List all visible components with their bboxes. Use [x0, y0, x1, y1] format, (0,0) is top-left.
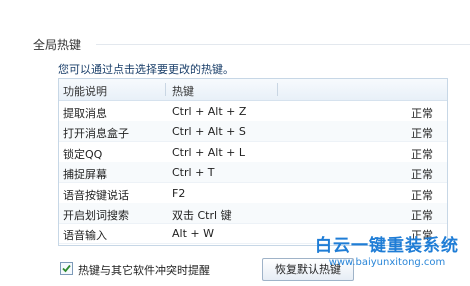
column-separator[interactable]	[165, 83, 166, 96]
table-row[interactable]: 捕捉屏幕 Ctrl + T 正常	[59, 162, 447, 184]
hotkey-value-cell: Ctrl + Alt + Z	[172, 105, 247, 118]
section-title: 全局热键	[33, 38, 82, 52]
hotkey-function-cell: 打开消息盒子	[63, 127, 129, 141]
table-body: 提取消息 Ctrl + Alt + Z 正常 打开消息盒子 Ctrl + Alt + S…	[59, 101, 447, 245]
conflict-reminder-checkbox[interactable]	[60, 262, 73, 275]
table-row[interactable]: 开启划词搜索 双击 Ctrl 键 正常	[59, 203, 447, 224]
hotkey-status-cell: 正常	[411, 147, 433, 161]
hotkey-value-cell: Alt + W	[172, 227, 214, 241]
hotkey-table[interactable]: 功能说明 热键 提取消息 Ctrl + Alt + Z 正常 打开消息盒子 Ctrl +…	[58, 78, 448, 246]
column-header-function[interactable]: 功能说明	[63, 83, 107, 99]
hotkey-value-cell: Ctrl + T	[172, 166, 215, 180]
hotkey-status-cell: 正常	[411, 188, 433, 202]
section-divider	[96, 44, 470, 45]
table-row[interactable]: 语音输入 Alt + W 正常	[59, 223, 447, 245]
hotkey-value-cell: Ctrl + Alt + S	[172, 125, 246, 139]
instruction-text: 您可以通过点击选择要更改的热键。	[58, 63, 234, 76]
hotkey-value-cell: Ctrl + Alt + L	[172, 145, 246, 159]
table-row[interactable]: 锁定QQ Ctrl + Alt + L 正常	[59, 142, 447, 163]
hotkey-function-cell: 语音输入	[63, 229, 107, 243]
restore-default-hotkeys-button[interactable]: 恢复默认热键	[262, 258, 354, 281]
column-separator[interactable]	[277, 83, 278, 96]
hotkey-value-cell: 双击 Ctrl 键	[172, 209, 232, 222]
conflict-reminder-label[interactable]: 热键与其它软件冲突时提醒	[78, 262, 210, 278]
hotkey-status-cell: 正常	[411, 127, 433, 141]
hotkey-status-cell: 正常	[411, 107, 433, 120]
table-row[interactable]: 语音按键说话 F2 正常	[59, 183, 447, 204]
column-header-hotkey[interactable]: 热键	[172, 83, 194, 99]
hotkey-function-cell: 提取消息	[63, 107, 107, 120]
hotkey-function-cell: 开启划词搜索	[63, 209, 129, 222]
hotkey-status-cell: 正常	[411, 168, 433, 182]
hotkey-function-cell: 锁定QQ	[63, 147, 103, 161]
hotkey-status-cell: 正常	[411, 229, 433, 243]
table-row[interactable]: 打开消息盒子 Ctrl + Alt + S 正常	[59, 121, 447, 143]
table-row[interactable]: 提取消息 Ctrl + Alt + Z 正常	[59, 101, 447, 122]
hotkey-function-cell: 捕捉屏幕	[63, 168, 107, 182]
hotkey-status-cell: 正常	[411, 209, 433, 222]
hotkey-function-cell: 语音按键说话	[63, 188, 129, 202]
hotkey-value-cell: F2	[172, 186, 186, 200]
table-header: 功能说明 热键	[59, 79, 447, 101]
checkmark-icon	[62, 264, 71, 273]
